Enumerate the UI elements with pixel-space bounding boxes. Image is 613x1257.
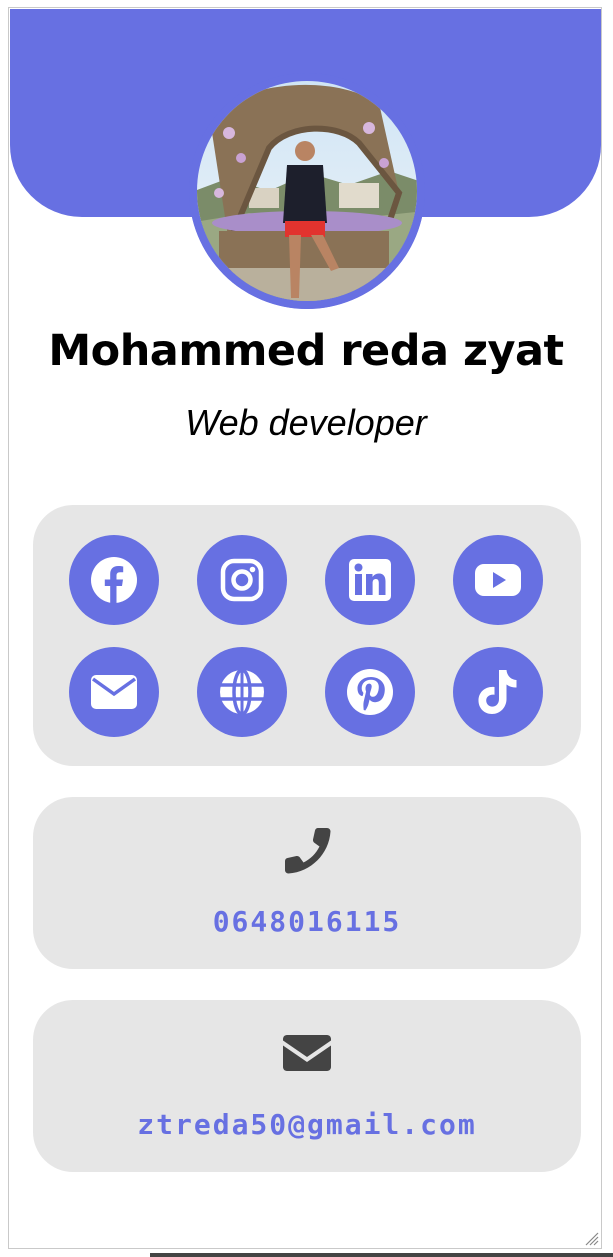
envelope-icon xyxy=(91,675,137,709)
tiktok-icon xyxy=(478,670,517,714)
envelope-icon xyxy=(283,1035,331,1071)
facebook-button[interactable] xyxy=(69,535,159,625)
phone-icon xyxy=(285,828,331,874)
phone-number[interactable]: 0648016115 xyxy=(33,905,581,938)
instagram-icon xyxy=(220,558,264,602)
email-link-button[interactable] xyxy=(69,647,159,737)
phone-icon-wrap xyxy=(33,825,581,875)
pinterest-button[interactable] xyxy=(325,647,415,737)
youtube-button[interactable] xyxy=(453,535,543,625)
website-button[interactable] xyxy=(197,647,287,737)
youtube-icon xyxy=(475,564,521,596)
profile-card: Mohammed reda zyat Web developer 0648016… xyxy=(8,7,602,1249)
facebook-icon xyxy=(91,557,137,603)
avatar xyxy=(189,73,425,309)
email-address[interactable]: ztreda50@gmail.com xyxy=(33,1108,581,1141)
linkedin-button[interactable] xyxy=(325,535,415,625)
profile-role: Web developer xyxy=(185,402,427,443)
instagram-button[interactable] xyxy=(197,535,287,625)
envelope-icon-wrap xyxy=(33,1034,581,1072)
social-links-panel xyxy=(33,505,581,766)
scrollbar[interactable] xyxy=(150,1253,613,1257)
globe-icon xyxy=(220,669,264,715)
phone-panel: 0648016115 xyxy=(33,797,581,969)
email-panel: ztreda50@gmail.com xyxy=(33,1000,581,1172)
profile-name: Mohammed reda zyat xyxy=(48,326,564,376)
resize-grip-icon[interactable] xyxy=(583,1230,599,1246)
pinterest-icon xyxy=(347,669,393,715)
tiktok-button[interactable] xyxy=(453,647,543,737)
linkedin-icon xyxy=(349,559,391,601)
